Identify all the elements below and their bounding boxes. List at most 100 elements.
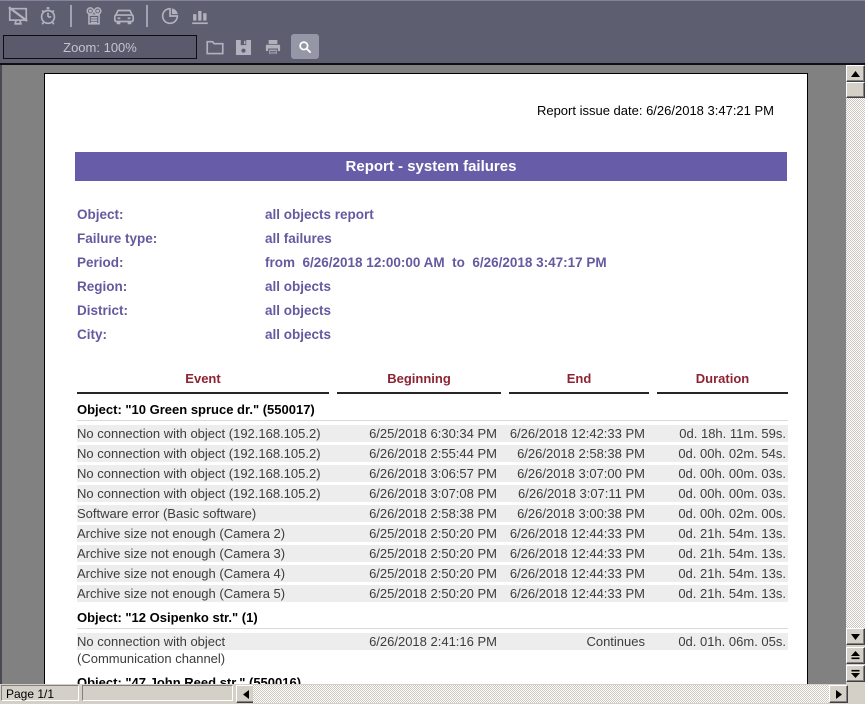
table-row: No connection with object (192.168.105.2… xyxy=(77,485,788,502)
table-cell: 0d. 01h. 06m. 05s. xyxy=(657,633,788,667)
table-cell: 6/26/2018 12:44:33 PM xyxy=(509,525,657,542)
table-cell: 0d. 21h. 54m. 13s. xyxy=(657,585,788,602)
table-row: No connection with object (192.168.105.2… xyxy=(77,465,788,482)
table-cell: 6/26/2018 3:07:08 PM xyxy=(337,485,509,502)
pie-chart-icon[interactable] xyxy=(158,4,182,28)
report-viewport: Report issue date: 6/26/2018 3:47:21 PM … xyxy=(0,65,846,684)
field-label: City: xyxy=(77,327,265,342)
field-label: District: xyxy=(77,303,265,318)
table-row: Archive size not enough (Camera 5)6/25/2… xyxy=(77,585,788,602)
field-value: all objects xyxy=(265,327,331,342)
report-field-row: Failure type:all failures xyxy=(77,226,607,250)
table-cell: 6/26/2018 12:44:33 PM xyxy=(509,545,657,562)
zoom-level-label: Zoom: 100% xyxy=(63,40,137,55)
save-icon[interactable] xyxy=(232,37,254,57)
status-panel xyxy=(82,685,233,701)
table-cell: 6/26/2018 3:07:00 PM xyxy=(509,465,657,482)
search-icon[interactable] xyxy=(291,34,319,59)
main-toolbar xyxy=(0,0,865,31)
table-cell: Continues xyxy=(509,633,657,667)
scroll-down-button[interactable] xyxy=(846,628,865,645)
report-title-banner: Report - system failures xyxy=(75,152,787,181)
table-cell: Software error (Basic software) xyxy=(77,505,337,522)
table-cell: 6/26/2018 2:41:16 PM xyxy=(337,633,509,667)
toolbar-separator xyxy=(146,5,148,27)
table-cell: 6/26/2018 3:00:38 PM xyxy=(509,505,657,522)
table-cell: 0d. 00h. 00m. 03s. xyxy=(657,485,788,502)
table-cell: 6/25/2018 2:50:20 PM xyxy=(337,525,509,542)
report-field-row: Object:all objects report xyxy=(77,202,607,226)
vertical-scrollbar[interactable] xyxy=(846,65,865,684)
table-header-row: EventBeginningEndDuration xyxy=(77,369,788,394)
table-row: No connection with object (192.168.105.2… xyxy=(77,445,788,462)
column-header: Event xyxy=(77,369,329,394)
object-section-header: Object: "10 Green spruce dr." (550017) xyxy=(77,398,788,421)
table-cell: 6/26/2018 12:44:33 PM xyxy=(509,565,657,582)
report-field-row: City:all objects xyxy=(77,322,607,346)
object-section-header: Object: "47 John Reed str." (550016) xyxy=(77,671,788,684)
report-field-row: Region:all objects xyxy=(77,274,607,298)
table-cell: 6/25/2018 6:30:34 PM xyxy=(337,425,509,442)
table-cell: Archive size not enough (Camera 4) xyxy=(77,565,337,582)
horizontal-scrollbar-track[interactable] xyxy=(253,685,829,703)
table-cell: 6/26/2018 2:58:38 PM xyxy=(509,445,657,462)
table-cell: 0d. 00h. 02m. 54s. xyxy=(657,445,788,462)
alarm-clock-icon[interactable] xyxy=(36,4,60,28)
table-cell: 6/26/2018 12:42:33 PM xyxy=(509,425,657,442)
scroll-up-button[interactable] xyxy=(846,65,865,82)
vertical-scrollbar-thumb[interactable] xyxy=(846,82,865,98)
field-label: Object: xyxy=(77,207,265,222)
horizontal-scrollbar[interactable] xyxy=(236,685,846,703)
viewer-toolbar: Zoom: 100% xyxy=(0,31,865,63)
table-cell: 0d. 18h. 11m. 59s. xyxy=(657,425,788,442)
table-cell: 6/25/2018 2:50:20 PM xyxy=(337,565,509,582)
zoom-level-box[interactable]: Zoom: 100% xyxy=(3,35,197,59)
column-header: Duration xyxy=(657,369,788,394)
table-cell: 6/25/2018 2:50:20 PM xyxy=(337,545,509,562)
report-field-row: District:all objects xyxy=(77,298,607,322)
column-header: End xyxy=(509,369,649,394)
table-cell: 0d. 00h. 02m. 00s. xyxy=(657,505,788,522)
failures-table: EventBeginningEndDuration Object: "10 Gr… xyxy=(77,369,788,684)
open-folder-icon[interactable] xyxy=(204,37,226,57)
table-cell: No connection with object (Communication… xyxy=(77,633,337,667)
table-cell: 6/26/2018 2:55:44 PM xyxy=(337,445,509,462)
table-cell: 6/26/2018 3:06:57 PM xyxy=(337,465,509,482)
page-indicator: Page 1/1 xyxy=(1,685,79,701)
monitor-off-icon[interactable] xyxy=(6,4,30,28)
field-value: all objects xyxy=(265,303,331,318)
table-row: No connection with object (Communication… xyxy=(77,633,788,667)
table-cell: Archive size not enough (Camera 5) xyxy=(77,585,337,602)
car-icon[interactable] xyxy=(112,4,136,28)
report-parameters: Object:all objects reportFailure type:al… xyxy=(77,202,607,346)
table-cell: 0d. 21h. 54m. 13s. xyxy=(657,525,788,542)
table-row: No connection with object (192.168.105.2… xyxy=(77,425,788,442)
table-row: Software error (Basic software) 6/26/2018… xyxy=(77,505,788,522)
table-row: Archive size not enough (Camera 3)6/25/2… xyxy=(77,545,788,562)
print-icon[interactable] xyxy=(262,37,284,57)
table-cell: 6/26/2018 3:07:11 PM xyxy=(509,485,657,502)
vertical-scrollbar-track[interactable] xyxy=(846,98,865,628)
bar-chart-icon[interactable] xyxy=(188,4,212,28)
field-value: from 6/26/2018 12:00:00 AM to 6/26/2018 … xyxy=(265,255,607,270)
next-page-button[interactable] xyxy=(846,665,865,682)
table-row: Archive size not enough (Camera 4)6/25/2… xyxy=(77,565,788,582)
previous-page-button[interactable] xyxy=(846,647,865,664)
table-body: Object: "10 Green spruce dr." (550017) No… xyxy=(77,398,788,684)
object-section-header: Object: "12 Osipenko str." (1) xyxy=(77,606,788,629)
table-cell: No connection with object (192.168.105.2… xyxy=(77,425,337,442)
field-value: all failures xyxy=(265,231,332,246)
scroll-right-button[interactable] xyxy=(829,685,848,703)
table-cell: Archive size not enough (Camera 3) xyxy=(77,545,337,562)
table-row: Archive size not enough (Camera 2)6/25/2… xyxy=(77,525,788,542)
report-issue-date: Report issue date: 6/26/2018 3:47:21 PM xyxy=(537,103,774,118)
table-cell: Archive size not enough (Camera 2) xyxy=(77,525,337,542)
field-label: Period: xyxy=(77,255,265,270)
field-value: all objects report xyxy=(265,207,374,222)
table-cell: No connection with object (192.168.105.2… xyxy=(77,445,337,462)
table-cell: 6/25/2018 2:50:20 PM xyxy=(337,585,509,602)
report-page: Report issue date: 6/26/2018 3:47:21 PM … xyxy=(44,73,808,684)
field-label: Failure type: xyxy=(77,231,265,246)
field-value: all objects xyxy=(265,279,331,294)
film-reel-icon[interactable] xyxy=(82,4,106,28)
